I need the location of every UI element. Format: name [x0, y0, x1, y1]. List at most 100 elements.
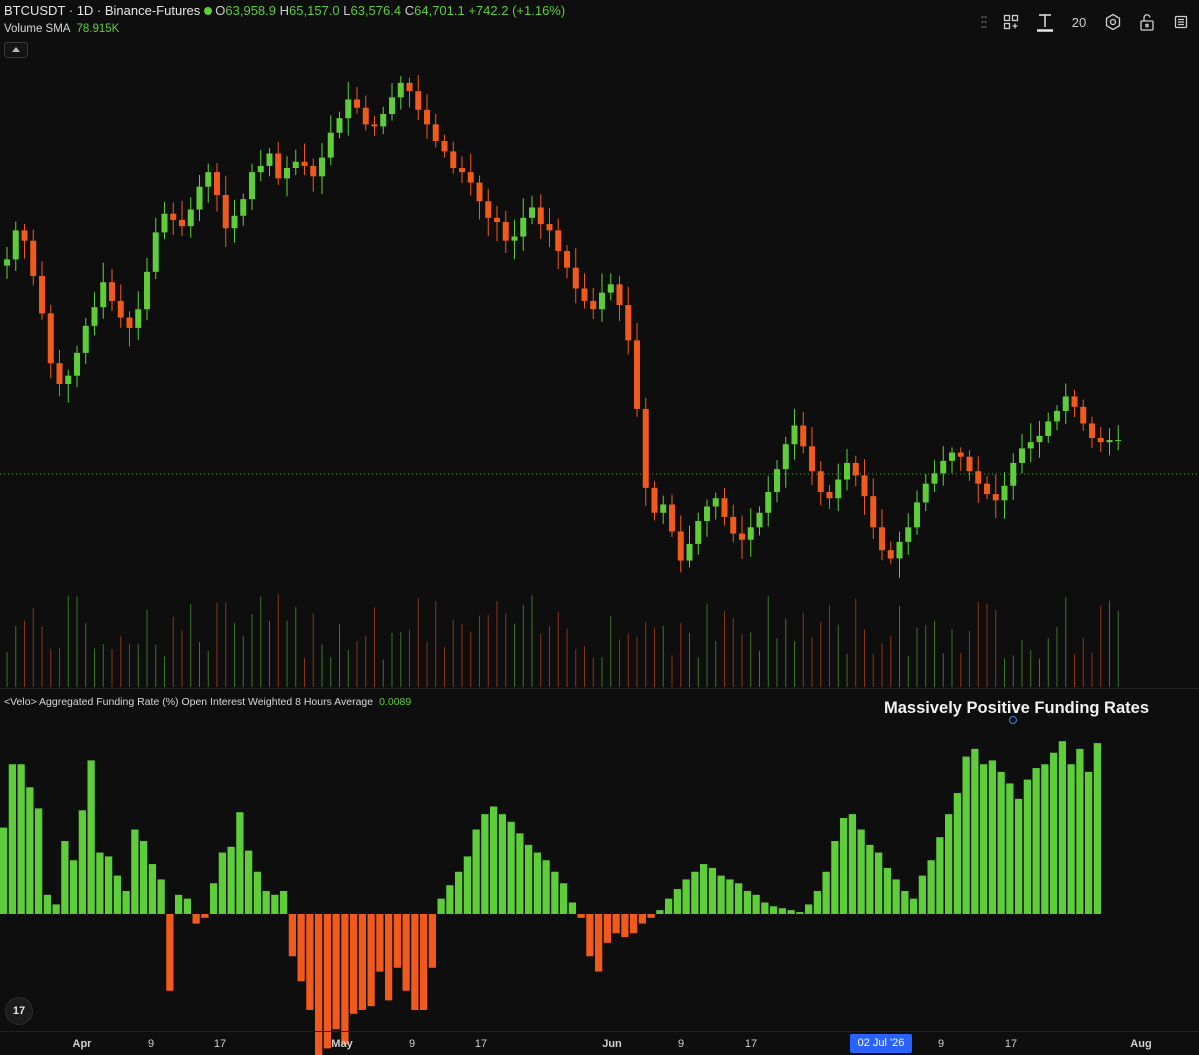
- volume-value: 78.915K: [76, 23, 120, 35]
- funding-bar: [481, 814, 489, 914]
- volume-bar: [251, 614, 253, 687]
- more-icon[interactable]: [1169, 10, 1193, 34]
- candle-body: [371, 124, 378, 127]
- funding-bar: [446, 885, 454, 914]
- candle-body: [459, 168, 465, 173]
- tradingview-logo-icon[interactable]: 17: [5, 997, 33, 1025]
- funding-bar: [866, 844, 874, 914]
- volume-bar: [452, 619, 454, 687]
- funding-bar: [157, 879, 165, 914]
- candle-body: [47, 313, 54, 364]
- candle-body: [345, 99, 352, 119]
- candle-body: [109, 282, 115, 301]
- grid-plus-icon[interactable]: [999, 10, 1023, 34]
- volume-bar: [85, 623, 87, 687]
- funding-bar: [210, 883, 218, 914]
- candle-body: [844, 462, 850, 480]
- candle-body: [450, 151, 457, 168]
- volume-bar: [557, 611, 559, 687]
- candle-body: [922, 483, 929, 503]
- candle-body: [949, 452, 955, 461]
- candle-body: [590, 300, 597, 310]
- time-axis-label: 17: [1004, 1038, 1018, 1050]
- unlock-icon[interactable]: [1135, 10, 1159, 34]
- funding-bar: [122, 890, 130, 914]
- candle-body: [581, 288, 588, 301]
- volume-bar: [1091, 652, 1093, 687]
- funding-bar: [1050, 752, 1058, 914]
- funding-bar: [17, 764, 25, 914]
- candle-body: [397, 82, 404, 98]
- candle-body: [599, 292, 605, 310]
- volume-bar: [374, 607, 375, 687]
- candle-body: [56, 363, 63, 384]
- volume-bar: [269, 620, 270, 687]
- close-label: C: [404, 3, 415, 18]
- funding-indicator-legend[interactable]: <Velo> Aggregated Funding Rate (%) Open …: [4, 696, 411, 708]
- funding-bar: [542, 860, 550, 914]
- funding-bar: [892, 879, 900, 914]
- volume-bar: [1039, 658, 1040, 687]
- funding-bar: [560, 883, 568, 914]
- volume-bar: [277, 594, 279, 687]
- volume-indicator-legend[interactable]: Volume SMA 78.915K: [4, 23, 119, 35]
- funding-bar: [621, 914, 629, 938]
- text-icon[interactable]: [1033, 10, 1057, 34]
- candle-body: [1036, 435, 1043, 443]
- candle-body: [1071, 396, 1078, 407]
- volume-bar: [24, 620, 25, 687]
- interval-value[interactable]: 20: [1067, 10, 1091, 34]
- funding-value: 0.0089: [379, 696, 412, 708]
- volume-bar: [496, 601, 498, 687]
- drag-handle-icon[interactable]: [979, 10, 989, 34]
- candle-body: [415, 91, 422, 110]
- funding-bar: [586, 914, 594, 957]
- funding-bar: [665, 898, 673, 914]
- funding-bar: [428, 914, 436, 968]
- funding-bar: [61, 841, 69, 914]
- volume-bar: [706, 603, 708, 687]
- candle-body: [660, 504, 667, 513]
- chart-annotation[interactable]: Massively Positive Funding Rates: [884, 699, 1149, 718]
- volume-bar: [829, 604, 830, 687]
- candle-body: [222, 195, 229, 229]
- candle-body: [826, 492, 833, 499]
- volume-bar: [820, 622, 822, 687]
- volume-bar: [304, 657, 305, 687]
- time-axis-label: 9: [147, 1038, 155, 1050]
- candle-body: [529, 207, 535, 218]
- funding-bar: [813, 890, 821, 914]
- high-label: H: [279, 3, 290, 18]
- funding-bar: [227, 846, 235, 914]
- volume-bar: [951, 629, 953, 687]
- funding-bar: [253, 871, 261, 914]
- volume-bar: [321, 644, 323, 687]
- candle-body: [170, 213, 177, 220]
- volume-bar: [995, 609, 997, 687]
- funding-bar: [533, 852, 541, 914]
- volume-bar: [522, 604, 524, 687]
- hexagon-settings-icon[interactable]: [1101, 10, 1125, 34]
- funding-bar: [341, 914, 349, 1045]
- candle-body: [984, 483, 990, 495]
- candle-body: [1010, 462, 1017, 486]
- candle-body: [485, 201, 492, 218]
- volume-bar: [102, 644, 104, 687]
- chart-canvas[interactable]: [0, 0, 1199, 1055]
- candle-body: [1097, 438, 1104, 443]
- funding-bar: [96, 852, 104, 914]
- candle-body: [756, 512, 763, 528]
- volume-bar: [172, 616, 174, 687]
- volume-label: Volume SMA: [4, 23, 71, 35]
- volume-bar: [181, 630, 183, 687]
- funding-bar: [35, 808, 43, 914]
- volume-bar: [242, 635, 244, 687]
- candle-body: [179, 219, 185, 227]
- volume-bar: [934, 620, 935, 687]
- candle-body: [1080, 406, 1087, 424]
- volume-bar: [94, 648, 95, 687]
- candle-body: [704, 506, 710, 522]
- funding-bar: [358, 914, 366, 1010]
- collapse-legend-button[interactable]: [4, 42, 28, 58]
- annotation-anchor-icon[interactable]: [1009, 716, 1017, 724]
